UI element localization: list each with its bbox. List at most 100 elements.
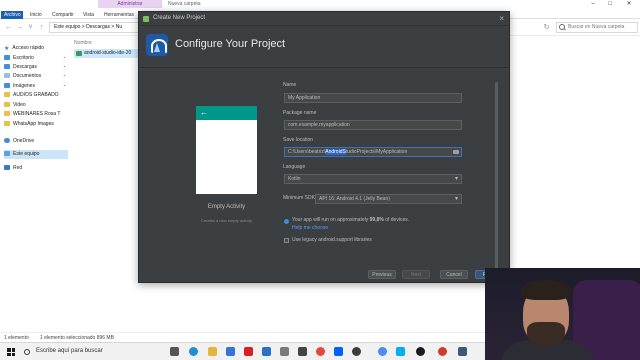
taskbar-search-input[interactable]: Escribe aquí para buscar bbox=[36, 348, 103, 354]
xbox-icon[interactable] bbox=[352, 347, 361, 356]
tab-vista[interactable]: Vista bbox=[80, 11, 97, 19]
search-icon bbox=[24, 349, 30, 355]
dialog-header: Configure Your Project bbox=[139, 26, 509, 68]
cancel-button[interactable]: Cancel bbox=[440, 270, 468, 279]
nav-item-descargas[interactable]: Descargas ⋆ bbox=[4, 63, 68, 72]
up-icon[interactable]: ↑ bbox=[37, 23, 46, 32]
windows-app-icon[interactable] bbox=[280, 347, 289, 356]
nav-item-onedrive[interactable]: OneDrive bbox=[4, 137, 68, 146]
nav-item-red[interactable]: Red bbox=[4, 164, 68, 173]
nav-item-imagenes[interactable]: Imágenes ⋆ bbox=[4, 82, 68, 91]
edge-icon[interactable] bbox=[189, 347, 198, 356]
folder-icon bbox=[4, 102, 10, 107]
webcam-hair bbox=[521, 280, 571, 300]
steam-icon[interactable] bbox=[416, 347, 425, 356]
language-select[interactable]: Kotlin bbox=[284, 174, 462, 184]
installer-file-icon bbox=[76, 51, 82, 56]
nav-item-audios[interactable]: AUDIOS GRABADO bbox=[4, 91, 68, 100]
search-input[interactable]: Buscar en Nueva carpeta bbox=[556, 22, 638, 33]
chrome-icon[interactable] bbox=[316, 347, 325, 356]
android-studio-icon bbox=[143, 16, 149, 22]
photos-icon[interactable] bbox=[262, 347, 271, 356]
pin-icon: ⋆ bbox=[62, 83, 66, 89]
task-view-icon[interactable] bbox=[170, 347, 179, 356]
forward-icon[interactable]: → bbox=[15, 23, 24, 32]
package-field[interactable]: com.example.myapplication bbox=[284, 120, 462, 130]
close-icon[interactable]: ✕ bbox=[624, 1, 634, 7]
folder-browse-icon[interactable] bbox=[453, 150, 459, 154]
page-title: Configure Your Project bbox=[175, 38, 286, 50]
file-row[interactable]: android-studio-ide-20 bbox=[74, 49, 140, 58]
file-explorer-icon[interactable] bbox=[208, 347, 217, 356]
minsdk-label: Minimum SDK bbox=[283, 195, 315, 201]
preview-app-bar: ← bbox=[196, 106, 257, 120]
network-icon bbox=[4, 165, 10, 170]
webcam-overlay bbox=[485, 268, 640, 360]
chrome-icon-2[interactable] bbox=[438, 347, 447, 356]
language-label: Language bbox=[283, 164, 306, 170]
nav-item-este-equipo[interactable]: Este equipo bbox=[4, 150, 68, 159]
package-label: Package name bbox=[283, 110, 317, 116]
desktop-icon bbox=[4, 55, 10, 60]
column-header-nombre[interactable]: Nombre bbox=[74, 40, 92, 46]
nav-item-whatsapp[interactable]: WhatsApp Images bbox=[4, 120, 68, 129]
save-location-field[interactable]: C:\Users\beatriz\AndroidStudioProjects\M… bbox=[284, 147, 462, 157]
documents-icon bbox=[4, 73, 10, 78]
tab-archivo[interactable]: Archivo bbox=[1, 11, 23, 19]
maximize-icon[interactable]: □ bbox=[605, 1, 615, 7]
breadcrumb[interactable]: Este equipo > Descargas > Nu bbox=[49, 22, 149, 33]
pin-icon: ⋆ bbox=[62, 73, 66, 79]
next-button[interactable]: Next bbox=[402, 270, 430, 279]
folder-icon bbox=[4, 111, 10, 116]
pin-icon: ⋆ bbox=[62, 55, 66, 61]
folder-icon bbox=[4, 121, 10, 126]
skype-icon[interactable] bbox=[396, 347, 405, 356]
webcam-beard bbox=[527, 322, 565, 346]
device-coverage-text: Your app will run on approximately 99,8%… bbox=[292, 217, 410, 223]
windows-start-icon[interactable] bbox=[7, 348, 15, 356]
nav-item-video[interactable]: Video bbox=[4, 101, 68, 110]
previous-button[interactable]: Previous bbox=[368, 270, 396, 279]
refresh-icon[interactable]: ↻ bbox=[542, 23, 551, 32]
minimize-icon[interactable]: – bbox=[588, 1, 598, 7]
legacy-support-label: Use legacy android.support libraries bbox=[292, 237, 372, 243]
context-tab-header: Administrar bbox=[98, 0, 162, 8]
recent-chevron-icon[interactable]: ˅ bbox=[26, 23, 35, 32]
store-icon[interactable] bbox=[226, 347, 235, 356]
download-icon bbox=[4, 64, 10, 69]
tab-compartir[interactable]: Compartir bbox=[49, 11, 77, 19]
info-icon bbox=[284, 219, 289, 224]
nav-item-documentos[interactable]: Documentos ⋆ bbox=[4, 72, 68, 81]
save-location-label: Save location bbox=[283, 137, 314, 143]
template-description: Creates a new empty activity bbox=[200, 218, 253, 223]
search-icon bbox=[559, 24, 565, 30]
back-arrow-icon: ← bbox=[200, 108, 208, 117]
name-field[interactable]: My Application bbox=[284, 93, 462, 103]
minsdk-select[interactable]: API 16: Android 4.1 (Jelly Bean) bbox=[315, 194, 462, 204]
back-icon[interactable]: ← bbox=[4, 23, 13, 32]
dialog-title: Create New Project bbox=[153, 15, 206, 21]
navigation-pane: ★ Acceso rápido Escritorio ⋆ Descargas ⋆ Do… bbox=[0, 36, 70, 306]
legacy-support-checkbox[interactable] bbox=[284, 238, 289, 243]
dialog-titlebar: Create New Project × bbox=[139, 12, 509, 26]
android-studio-logo-icon bbox=[146, 34, 168, 56]
help-me-choose-link[interactable]: Help me choose bbox=[292, 225, 328, 231]
window-title: Nueva carpeta bbox=[168, 1, 201, 7]
folder-icon bbox=[4, 92, 10, 97]
template-preview: ← bbox=[196, 106, 257, 194]
tab-inicio[interactable]: Inicio bbox=[27, 11, 45, 19]
chrome-profile-icon[interactable] bbox=[378, 347, 387, 356]
nav-item-escritorio[interactable]: Escritorio ⋆ bbox=[4, 54, 68, 63]
media-app-icon[interactable] bbox=[298, 347, 307, 356]
nav-item-webinares[interactable]: WEBINARES Rosa T bbox=[4, 110, 68, 119]
dropbox-icon[interactable] bbox=[334, 347, 343, 356]
text-selection: AndroidS bbox=[325, 149, 346, 155]
netflix-icon[interactable] bbox=[244, 347, 253, 356]
tab-herramientas[interactable]: Herramientas bbox=[101, 11, 137, 19]
this-pc-icon bbox=[4, 151, 10, 156]
pictures-icon bbox=[4, 83, 10, 88]
android-studio-taskbar-icon[interactable] bbox=[458, 347, 467, 356]
nav-item-acceso-rapido[interactable]: ★ Acceso rápido bbox=[4, 44, 68, 53]
close-icon[interactable]: × bbox=[499, 14, 504, 23]
scrollbar[interactable] bbox=[495, 82, 498, 270]
